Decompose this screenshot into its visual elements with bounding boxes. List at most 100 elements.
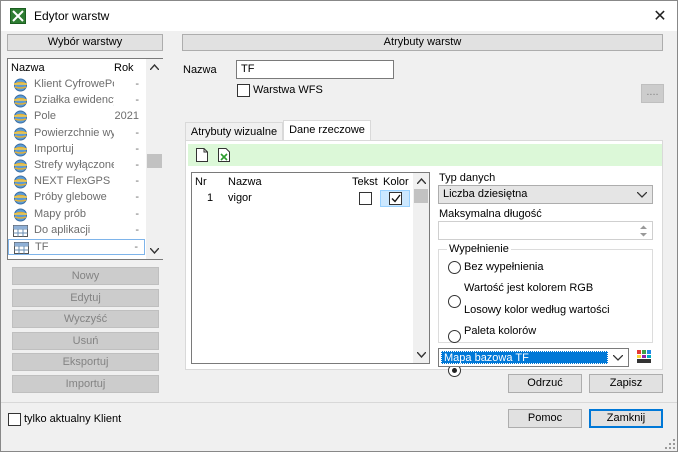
layer-list-scrollbar[interactable] bbox=[146, 59, 163, 259]
wfs-label: Warstwa WFS bbox=[253, 84, 323, 96]
max-length-label: Maksymalna długość bbox=[439, 208, 542, 220]
save-button[interactable]: Zapisz bbox=[589, 374, 663, 393]
layer-name: NEXT FlexGPS bbox=[34, 175, 111, 188]
fill-none-label: Bez wypełnienia bbox=[464, 261, 544, 273]
name-label: Nazwa bbox=[183, 64, 217, 76]
new-file-icon[interactable] bbox=[196, 148, 208, 162]
col-header-name[interactable]: Nazwa bbox=[11, 62, 45, 74]
fill-random-radio[interactable] bbox=[448, 330, 461, 343]
layer-year: - bbox=[135, 175, 139, 188]
layer-name: Próby glebowe bbox=[34, 191, 107, 204]
scroll-down-icon[interactable] bbox=[417, 352, 426, 358]
app-icon bbox=[10, 8, 26, 24]
data-type-select[interactable]: Liczba dziesiętna bbox=[438, 185, 653, 204]
delete-file-icon[interactable] bbox=[218, 148, 230, 162]
help-button[interactable]: Pomoc bbox=[508, 409, 582, 428]
max-length-input[interactable] bbox=[438, 221, 653, 240]
list-item[interactable]: Mapy prób - bbox=[8, 207, 145, 223]
data-type-value: Liczba dziesiętna bbox=[443, 188, 528, 200]
col-header-nr[interactable]: Nr bbox=[195, 176, 207, 188]
palette-icon[interactable] bbox=[637, 350, 651, 363]
layer-year: 2021 bbox=[114, 110, 139, 123]
scroll-thumb[interactable] bbox=[147, 154, 162, 168]
discard-button[interactable]: Odrzuć bbox=[508, 374, 582, 393]
layer-name: Działka ewidencyjna bbox=[34, 94, 114, 107]
factual-data-panel: Nr Nazwa Tekst Kolor 1 vigor Typ danych … bbox=[185, 140, 663, 377]
globe-icon bbox=[14, 78, 27, 92]
list-item[interactable]: TF - bbox=[8, 239, 145, 255]
edit-button[interactable]: Edytuj bbox=[12, 289, 159, 307]
layer-name: Klient CyfrowePola bbox=[34, 78, 114, 90]
row-attr-name: vigor bbox=[228, 192, 252, 204]
col-header-text[interactable]: Tekst bbox=[352, 176, 378, 188]
globe-icon bbox=[14, 175, 27, 189]
tab-visual-attributes[interactable]: Atrybuty wizualne bbox=[185, 122, 283, 141]
footer-divider bbox=[1, 402, 677, 403]
close-icon[interactable]: ✕ bbox=[643, 1, 677, 31]
attribute-table-scrollbar[interactable] bbox=[413, 173, 429, 363]
fill-rgb-radio[interactable] bbox=[448, 295, 461, 308]
export-button[interactable]: Eksportuj bbox=[12, 353, 159, 371]
list-item[interactable]: Do aplikacji - bbox=[8, 223, 145, 239]
data-toolbar bbox=[188, 144, 662, 166]
layer-name: TF bbox=[35, 241, 49, 253]
list-item[interactable]: NEXT FlexGPS - bbox=[8, 174, 145, 190]
only-current-client-label: tylko aktualny Klient bbox=[24, 413, 122, 425]
more-button[interactable]: .... bbox=[641, 84, 664, 103]
list-item[interactable]: Powierzchnie wyłączone - bbox=[8, 126, 145, 142]
list-item[interactable]: Działka ewidencyjna - bbox=[8, 93, 145, 109]
tab-factual-data[interactable]: Dane rzeczowe bbox=[283, 120, 371, 141]
layer-attributes-header[interactable]: Atrybuty warstw bbox=[182, 34, 663, 51]
scroll-up-icon[interactable] bbox=[150, 64, 159, 70]
title-bar: Edytor warstw ✕ bbox=[1, 1, 677, 31]
layer-name: Importuj bbox=[34, 142, 74, 155]
fill-group: Wypełnienie Bez wypełnienia Wartość jest… bbox=[438, 243, 653, 377]
layer-year: - bbox=[135, 142, 139, 155]
globe-icon bbox=[14, 94, 27, 108]
layer-rows: Klient CyfrowePola-Działka ewidencyjna-P… bbox=[8, 77, 145, 257]
delete-button[interactable]: Usuń bbox=[12, 332, 159, 350]
list-item[interactable]: Importuj - bbox=[8, 142, 145, 158]
col-header-attr-name[interactable]: Nazwa bbox=[228, 176, 262, 188]
close-button[interactable]: Zamknij bbox=[589, 409, 663, 428]
row-nr: 1 bbox=[207, 192, 214, 204]
list-item[interactable]: Klient CyfrowePola - bbox=[8, 77, 145, 93]
palette-value: Mapa bazowa TF bbox=[441, 351, 608, 364]
chevron-down-icon bbox=[613, 355, 623, 361]
color-checkbox[interactable] bbox=[389, 192, 402, 205]
grid-icon bbox=[13, 224, 28, 237]
check-icon bbox=[391, 194, 401, 203]
new-button[interactable]: Nowy bbox=[12, 267, 159, 285]
table-row[interactable]: 1 vigor bbox=[192, 190, 414, 208]
list-item[interactable]: Próby glebowe - bbox=[8, 190, 145, 206]
col-header-color[interactable]: Kolor bbox=[383, 176, 409, 188]
layer-name: Pole bbox=[34, 110, 57, 123]
col-header-year[interactable]: Rok bbox=[114, 62, 134, 74]
scroll-up-icon[interactable] bbox=[417, 178, 426, 184]
resize-grip-icon[interactable] bbox=[665, 439, 675, 449]
globe-icon bbox=[14, 143, 27, 157]
text-checkbox[interactable] bbox=[359, 192, 372, 205]
name-input[interactable]: TF bbox=[236, 60, 394, 79]
scroll-down-icon[interactable] bbox=[150, 248, 159, 254]
grid-icon bbox=[14, 242, 29, 254]
layer-name: Do aplikacji bbox=[34, 223, 91, 236]
list-item[interactable]: Pole 2021 bbox=[8, 109, 145, 125]
fill-group-label: Wypełnienie bbox=[447, 243, 511, 255]
list-item[interactable]: Strefy wyłączone - bbox=[8, 158, 145, 174]
scroll-thumb[interactable] bbox=[414, 189, 428, 203]
layer-year: - bbox=[135, 78, 139, 90]
layer-list[interactable]: Nazwa Rok Klient CyfrowePola - Działka ewi… bbox=[7, 58, 163, 260]
attribute-table[interactable]: Nr Nazwa Tekst Kolor 1 vigor bbox=[191, 172, 430, 364]
data-type-label: Typ danych bbox=[439, 172, 496, 184]
spinner-icon[interactable] bbox=[640, 225, 647, 237]
layer-selection-header[interactable]: Wybór warstwy bbox=[7, 34, 163, 51]
palette-select[interactable]: Mapa bazowa TF bbox=[438, 348, 629, 367]
only-current-client-checkbox[interactable] bbox=[8, 413, 21, 426]
layer-editor-window: Edytor warstw ✕ Wybór warstwy Nazwa Rok … bbox=[0, 0, 678, 452]
fill-none-radio[interactable] bbox=[448, 261, 461, 274]
import-button[interactable]: Importuj bbox=[12, 375, 159, 393]
wfs-checkbox[interactable] bbox=[237, 84, 250, 97]
color-cell[interactable] bbox=[380, 190, 410, 207]
clear-button[interactable]: Wyczyść bbox=[12, 310, 159, 328]
